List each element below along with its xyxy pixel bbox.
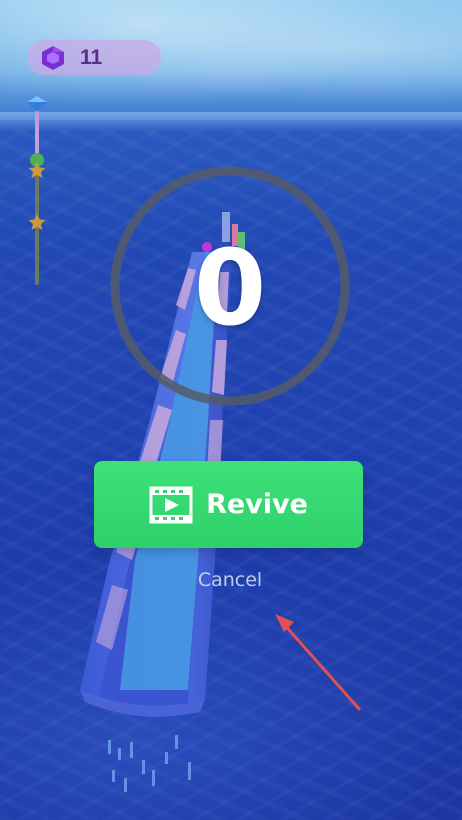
level-progress-bar (27, 96, 47, 285)
annotation-arrow-icon (275, 614, 362, 711)
gem-count: 11 (80, 45, 103, 69)
blue-diamond-icon (27, 96, 47, 112)
water-slide-track (80, 212, 245, 792)
gem-counter: 11 (27, 40, 161, 75)
film-play-icon (149, 486, 193, 523)
purple-gem-icon (42, 45, 64, 70)
revive-button[interactable]: Revive (94, 461, 363, 548)
revive-button-label: Revive (206, 489, 308, 520)
revive-countdown: 0 (193, 227, 267, 349)
cancel-link[interactable]: Cancel (180, 569, 280, 597)
